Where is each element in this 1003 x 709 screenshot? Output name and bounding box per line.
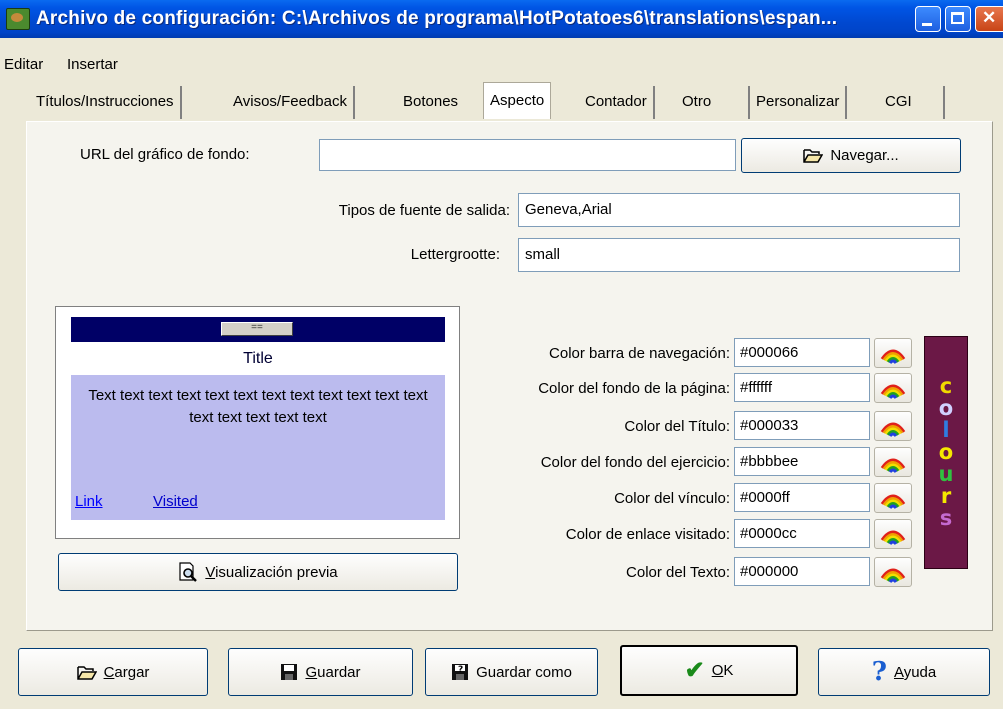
color-label: Color de enlace visitado:: [565, 526, 730, 543]
preview-body: Text text text text text text text text …: [71, 375, 445, 520]
menu-bar: Editar Insertar: [0, 38, 1003, 74]
tab-botones[interactable]: Botones: [397, 86, 464, 119]
color-value-input[interactable]: #000066: [734, 338, 870, 367]
color-value-input[interactable]: #000000: [734, 557, 870, 586]
colours-logo-letter: u: [938, 462, 954, 486]
checkmark-icon: ✔: [684, 656, 705, 684]
load-label: argar: [114, 663, 150, 681]
rainbow-icon: [880, 422, 906, 437]
browse-button[interactable]: Navegar...: [741, 138, 961, 173]
save-label: uardar: [317, 663, 361, 681]
fonts-label: Tipos de fuente de salida:: [338, 202, 510, 219]
preview-button-mnemonic: V: [205, 563, 216, 581]
svg-text:?: ?: [458, 665, 463, 675]
rainbow-icon: [880, 568, 906, 583]
help-label: yuda: [903, 663, 937, 681]
color-picker-button[interactable]: [874, 447, 912, 477]
minimize-button[interactable]: [915, 6, 941, 32]
save-mnemonic: G: [305, 663, 318, 681]
tab-personalizar[interactable]: Personalizar: [748, 86, 848, 119]
tab-avisos-feedback[interactable]: Avisos/Feedback: [227, 86, 355, 119]
tab-aspecto[interactable]: Aspecto: [483, 82, 552, 119]
floppy-disk-icon: [281, 664, 298, 680]
preview-visited-link: Visited: [153, 493, 198, 510]
color-picker-button[interactable]: [874, 483, 912, 513]
colours-logo-letter: l: [942, 418, 950, 442]
hotpotatoes-app-icon[interactable]: [6, 8, 30, 30]
colours-logo-letter: c: [939, 374, 953, 398]
maximize-button[interactable]: [945, 6, 971, 32]
load-mnemonic: C: [103, 663, 115, 681]
save-button[interactable]: Guardar: [228, 648, 413, 696]
color-picker-button[interactable]: [874, 338, 912, 368]
color-label: Color del Texto:: [626, 564, 730, 581]
ok-button[interactable]: ✔ OK: [620, 645, 798, 696]
menu-editar[interactable]: Editar: [4, 56, 43, 73]
ok-label: K: [723, 662, 734, 679]
preview-button-label: isualización previa: [215, 563, 338, 581]
tab-contador[interactable]: Contador: [579, 86, 655, 119]
color-picker-button[interactable]: [874, 373, 912, 403]
folder-open-icon: [803, 149, 824, 163]
preview-nav-bar: ==: [71, 317, 445, 342]
preview-panel: == Title Text text text text text text t…: [55, 306, 460, 539]
load-button[interactable]: Cargar: [18, 648, 208, 696]
preview-title: Title: [243, 350, 273, 367]
rainbow-icon: [880, 458, 906, 473]
preview-nav-button: ==: [221, 322, 293, 336]
bg-url-label: URL del gráfico de fondo:: [80, 146, 250, 163]
color-picker-button[interactable]: [874, 519, 912, 549]
colours-logo-letter: r: [940, 484, 952, 508]
font-size-label: Lettergrootte:: [410, 246, 500, 263]
ok-mnemonic: O: [711, 662, 724, 679]
preview-link: Link: [75, 493, 103, 510]
colours-logo-letter: o: [938, 396, 954, 420]
save-as-icon: ?: [452, 664, 469, 680]
save-as-label: Guardar como: [476, 663, 572, 681]
colours-logo-letter: s: [939, 506, 953, 530]
rainbow-icon: [880, 494, 906, 509]
help-mnemonic: A: [893, 663, 904, 681]
help-button[interactable]: ? Ayuda: [818, 648, 990, 696]
color-value-input[interactable]: #0000cc: [734, 519, 870, 548]
colours-logo: colours: [924, 336, 968, 569]
bg-url-input[interactable]: [319, 139, 736, 171]
color-value-input[interactable]: #ffffff: [734, 373, 870, 402]
color-picker-button[interactable]: [874, 411, 912, 441]
tab-titulos-instrucciones[interactable]: Títulos/Instrucciones: [30, 86, 182, 119]
color-label: Color del Título:: [624, 418, 730, 435]
browse-button-label: Navegar...: [830, 147, 899, 164]
tab-otro[interactable]: Otro: [676, 86, 717, 119]
color-label: Color del fondo del ejercicio:: [540, 454, 730, 471]
color-value-input[interactable]: #000033: [734, 411, 870, 440]
preview-text: Text text text text text text text text …: [88, 387, 428, 426]
folder-open-icon: [76, 665, 97, 680]
rainbow-icon: [880, 349, 906, 364]
window-title: Archivo de configuración: C:\Archivos de…: [36, 8, 838, 29]
color-label: Color del fondo de la página:: [538, 380, 730, 397]
color-value-input[interactable]: #bbbbee: [734, 447, 870, 476]
magnifier-page-icon: [179, 562, 198, 582]
font-size-input[interactable]: small: [518, 238, 960, 272]
rainbow-icon: [880, 530, 906, 545]
color-label: Color barra de navegación:: [549, 345, 730, 362]
save-as-button[interactable]: ? Guardar como: [425, 648, 598, 696]
rainbow-icon: [880, 384, 906, 399]
preview-button[interactable]: Visualización previa: [58, 553, 458, 591]
close-button[interactable]: [975, 6, 1003, 32]
color-picker-button[interactable]: [874, 557, 912, 587]
fonts-input[interactable]: Geneva,Arial: [518, 193, 960, 227]
menu-insertar[interactable]: Insertar: [67, 56, 118, 73]
color-label: Color del vínculo:: [614, 490, 730, 507]
tab-cgi[interactable]: CGI: [879, 86, 945, 119]
title-bar: Archivo de configuración: C:\Archivos de…: [0, 0, 1003, 38]
colours-logo-letter: o: [938, 440, 954, 464]
color-value-input[interactable]: #0000ff: [734, 483, 870, 512]
help-question-icon: ?: [871, 657, 887, 687]
tab-bar: Títulos/Instrucciones Avisos/Feedback Bo…: [22, 82, 982, 120]
